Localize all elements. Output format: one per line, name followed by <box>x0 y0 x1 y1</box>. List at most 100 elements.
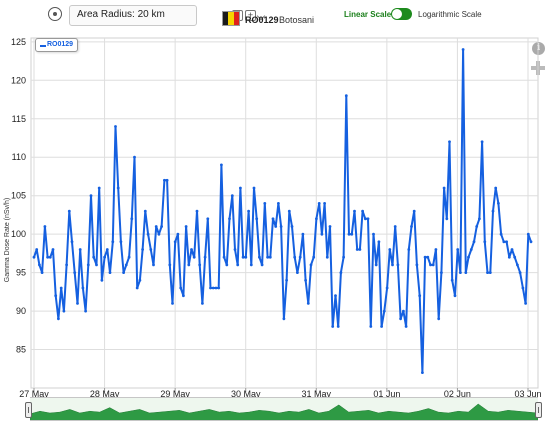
data-point <box>263 202 267 205</box>
data-point <box>488 271 492 274</box>
data-point <box>203 255 207 259</box>
data-point <box>67 209 71 213</box>
data-point <box>160 225 164 228</box>
data-point <box>220 163 223 167</box>
data-point <box>450 278 454 282</box>
data-point <box>100 278 104 282</box>
data-point <box>339 271 343 274</box>
legend[interactable]: RO0129 <box>35 38 78 52</box>
data-point <box>249 263 253 267</box>
data-point <box>146 232 150 236</box>
navigator-area-fill <box>30 403 538 420</box>
data-point <box>57 317 60 321</box>
data-point <box>247 209 251 213</box>
data-point <box>377 240 381 244</box>
data-point <box>233 248 237 251</box>
data-point <box>130 217 134 221</box>
data-point <box>171 302 174 305</box>
data-point <box>480 140 484 144</box>
data-point <box>491 209 495 213</box>
data-point <box>298 255 302 259</box>
data-point <box>65 263 68 267</box>
data-point <box>407 248 411 251</box>
data-point <box>437 317 441 321</box>
data-point <box>502 240 506 244</box>
data-point <box>317 202 321 205</box>
data-point <box>184 225 188 228</box>
data-point <box>396 263 400 267</box>
data-point <box>165 178 169 182</box>
y-tick-label: 120 <box>11 75 26 85</box>
data-point <box>211 286 215 290</box>
data-point <box>293 255 297 259</box>
data-point <box>301 232 305 236</box>
data-point <box>526 232 530 236</box>
navigator-right-handle[interactable] <box>535 402 542 418</box>
data-point <box>290 225 294 228</box>
data-point <box>404 325 408 328</box>
data-point <box>195 209 199 213</box>
data-point <box>440 271 443 274</box>
data-point <box>513 255 517 259</box>
data-point <box>312 255 316 259</box>
data-point <box>81 286 85 290</box>
data-point <box>445 217 449 221</box>
data-point <box>84 309 87 313</box>
data-point <box>336 325 340 328</box>
data-point <box>38 263 41 267</box>
data-point <box>363 217 367 221</box>
data-point <box>277 202 280 205</box>
y-tick-label: 110 <box>12 152 26 162</box>
data-point <box>95 263 98 267</box>
data-point <box>448 140 451 144</box>
data-point <box>182 294 185 298</box>
data-point <box>114 125 117 128</box>
data-point <box>391 263 394 267</box>
data-point <box>431 263 435 267</box>
data-point <box>497 202 500 205</box>
navigator[interactable] <box>30 397 538 421</box>
data-point <box>355 248 359 251</box>
data-point <box>271 217 275 221</box>
data-point <box>464 271 468 274</box>
data-point <box>399 317 402 321</box>
data-point <box>244 255 248 259</box>
vertical-gridlines <box>33 38 529 388</box>
data-point <box>78 248 82 251</box>
data-point <box>154 225 158 228</box>
data-point <box>206 217 210 221</box>
data-point <box>434 248 438 251</box>
data-point <box>410 225 413 228</box>
data-point <box>412 209 416 213</box>
data-point <box>323 202 326 205</box>
data-point <box>344 94 348 98</box>
data-point <box>442 186 446 190</box>
data-point <box>334 294 337 298</box>
data-point <box>241 255 245 259</box>
data-point <box>350 232 354 236</box>
data-point <box>478 217 481 221</box>
data-point <box>252 186 256 190</box>
data-point <box>152 263 155 267</box>
navigator-left-handle[interactable] <box>25 402 32 418</box>
data-point <box>149 248 153 251</box>
data-point <box>222 255 226 259</box>
data-point <box>486 271 489 274</box>
data-point <box>274 225 278 228</box>
data-point <box>529 240 533 244</box>
data-point <box>92 255 96 259</box>
data-point <box>46 255 49 259</box>
data-point <box>521 286 525 290</box>
data-point <box>133 155 136 159</box>
data-point <box>402 309 405 313</box>
data-point <box>76 302 79 305</box>
data-point <box>43 225 47 228</box>
data-point <box>369 325 373 328</box>
data-point <box>426 255 430 259</box>
data-point <box>366 217 370 221</box>
data-point <box>429 263 432 267</box>
data-point <box>239 186 242 190</box>
data-point <box>209 286 212 290</box>
gamma-dose-chart: 859095100105110115120125 27 May 28 May 29 … <box>4 37 542 399</box>
data-point <box>309 263 313 267</box>
